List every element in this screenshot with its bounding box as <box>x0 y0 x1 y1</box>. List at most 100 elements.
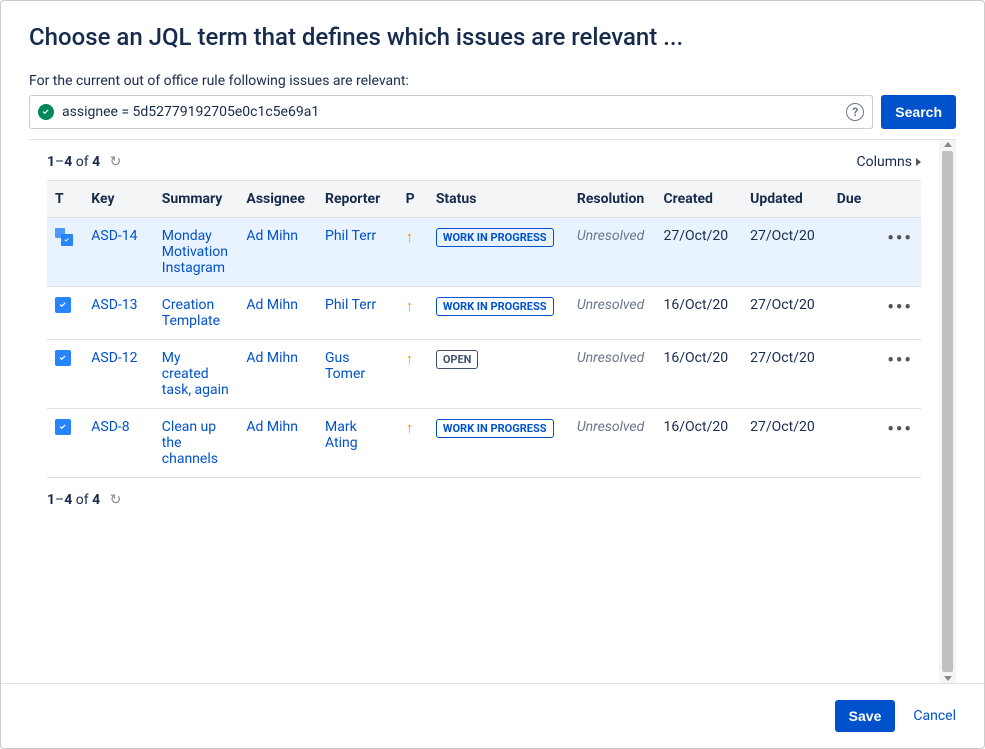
cell-summary[interactable]: Creation Template <box>154 287 239 340</box>
dialog-subtitle: For the current out of office rule follo… <box>29 73 956 89</box>
cell-type <box>47 218 83 287</box>
header-assignee[interactable]: Assignee <box>238 181 317 218</box>
columns-label: Columns <box>857 154 912 170</box>
cell-key[interactable]: ASD-13 <box>83 287 154 340</box>
jql-valid-icon <box>38 104 54 120</box>
pagination-counts-top: 1–4 of 4 ↻ <box>47 154 121 170</box>
table-row[interactable]: ASD-14Monday Motivation InstagramAd Mihn… <box>47 218 921 287</box>
cell-resolution: Unresolved <box>569 287 656 340</box>
cell-resolution: Unresolved <box>569 218 656 287</box>
cell-resolution: Unresolved <box>569 409 656 478</box>
cell-priority: ↑ <box>398 340 428 409</box>
cell-created: 27/Oct/20 <box>656 218 743 287</box>
cell-actions[interactable]: ••• <box>879 287 921 340</box>
scroll-up-icon[interactable] <box>944 142 952 147</box>
priority-up-icon: ↑ <box>406 350 414 368</box>
jql-input-container: ? <box>29 95 873 129</box>
issues-table: T Key Summary Assignee Reporter P Status… <box>47 180 921 478</box>
jql-dialog: Choose an JQL term that defines which is… <box>0 0 985 749</box>
header-priority[interactable]: P <box>398 181 428 218</box>
row-actions-icon[interactable]: ••• <box>887 228 913 249</box>
header-key[interactable]: Key <box>83 181 154 218</box>
cell-assignee[interactable]: Ad Mihn <box>238 409 317 478</box>
save-button[interactable]: Save <box>835 700 896 732</box>
task-icon <box>55 350 71 366</box>
cell-due <box>829 340 879 409</box>
cell-updated: 27/Oct/20 <box>742 287 829 340</box>
dialog-footer: Save Cancel <box>1 683 984 748</box>
cell-status[interactable]: WORK IN PROGRESS <box>428 409 569 478</box>
cell-due <box>829 409 879 478</box>
of-label: of <box>76 154 89 170</box>
cell-actions[interactable]: ••• <box>879 340 921 409</box>
search-row: ? Search <box>29 95 956 129</box>
header-updated[interactable]: Updated <box>742 181 829 218</box>
help-icon[interactable]: ? <box>846 103 864 121</box>
row-actions-icon[interactable]: ••• <box>887 350 913 371</box>
table-row[interactable]: ASD-12My created task, againAd MihnGus T… <box>47 340 921 409</box>
cell-key[interactable]: ASD-12 <box>83 340 154 409</box>
caret-right-icon <box>916 158 921 166</box>
cell-actions[interactable]: ••• <box>879 409 921 478</box>
header-summary[interactable]: Summary <box>154 181 239 218</box>
header-resolution[interactable]: Resolution <box>569 181 656 218</box>
pagination-counts-bottom: 1–4 of 4 ↻ <box>47 492 921 508</box>
columns-button[interactable]: Columns <box>857 154 921 170</box>
task-icon <box>55 419 71 435</box>
cell-summary[interactable]: Monday Motivation Instagram <box>154 218 239 287</box>
cell-assignee[interactable]: Ad Mihn <box>238 218 317 287</box>
header-reporter[interactable]: Reporter <box>317 181 398 218</box>
subtask-icon <box>55 228 73 246</box>
jql-input[interactable] <box>60 103 846 121</box>
header-type[interactable]: T <box>47 181 83 218</box>
header-status[interactable]: Status <box>428 181 569 218</box>
dialog-title: Choose an JQL term that defines which is… <box>29 23 956 51</box>
refresh-icon-bottom[interactable]: ↻ <box>110 492 122 508</box>
page-total: 4 <box>92 154 100 170</box>
row-actions-icon[interactable]: ••• <box>887 297 913 318</box>
results-meta-top: 1–4 of 4 ↻ Columns <box>47 154 921 170</box>
header-actions <box>879 181 921 218</box>
cell-summary[interactable]: My created task, again <box>154 340 239 409</box>
cell-status[interactable]: OPEN <box>428 340 569 409</box>
cell-priority: ↑ <box>398 287 428 340</box>
cell-assignee[interactable]: Ad Mihn <box>238 287 317 340</box>
cell-reporter[interactable]: Phil Terr <box>317 287 398 340</box>
cell-reporter[interactable]: Phil Terr <box>317 218 398 287</box>
cell-assignee[interactable]: Ad Mihn <box>238 340 317 409</box>
scroll-down-icon[interactable] <box>944 676 952 681</box>
cell-priority: ↑ <box>398 218 428 287</box>
cell-reporter[interactable]: Gus Tomer <box>317 340 398 409</box>
cell-updated: 27/Oct/20 <box>742 340 829 409</box>
search-button[interactable]: Search <box>881 95 956 129</box>
cell-created: 16/Oct/20 <box>656 287 743 340</box>
cell-updated: 27/Oct/20 <box>742 409 829 478</box>
scrollbar-thumb[interactable] <box>942 151 953 672</box>
cell-due <box>829 287 879 340</box>
task-icon <box>55 297 71 313</box>
cell-summary[interactable]: Clean up the channels <box>154 409 239 478</box>
table-row[interactable]: ASD-13Creation TemplateAd MihnPhil Terr↑… <box>47 287 921 340</box>
priority-up-icon: ↑ <box>406 419 414 437</box>
table-row[interactable]: ASD-8Clean up the channelsAd MihnMark At… <box>47 409 921 478</box>
header-created[interactable]: Created <box>656 181 743 218</box>
cell-actions[interactable]: ••• <box>879 218 921 287</box>
page-start: 1 <box>47 154 55 170</box>
cell-status[interactable]: WORK IN PROGRESS <box>428 287 569 340</box>
cell-key[interactable]: ASD-14 <box>83 218 154 287</box>
results-content: 1–4 of 4 ↻ Columns T Key <box>29 140 939 683</box>
refresh-icon[interactable]: ↻ <box>110 154 122 170</box>
cell-type <box>47 340 83 409</box>
row-actions-icon[interactable]: ••• <box>887 419 913 440</box>
cell-priority: ↑ <box>398 409 428 478</box>
cell-created: 16/Oct/20 <box>656 340 743 409</box>
header-due[interactable]: Due <box>829 181 879 218</box>
cancel-link[interactable]: Cancel <box>913 708 956 724</box>
results-scroll-area: 1–4 of 4 ↻ Columns T Key <box>29 140 956 683</box>
scrollbar[interactable] <box>939 140 956 683</box>
page-end: 4 <box>64 154 72 170</box>
cell-key[interactable]: ASD-8 <box>83 409 154 478</box>
cell-status[interactable]: WORK IN PROGRESS <box>428 218 569 287</box>
cell-reporter[interactable]: Mark Ating <box>317 409 398 478</box>
cell-created: 16/Oct/20 <box>656 409 743 478</box>
